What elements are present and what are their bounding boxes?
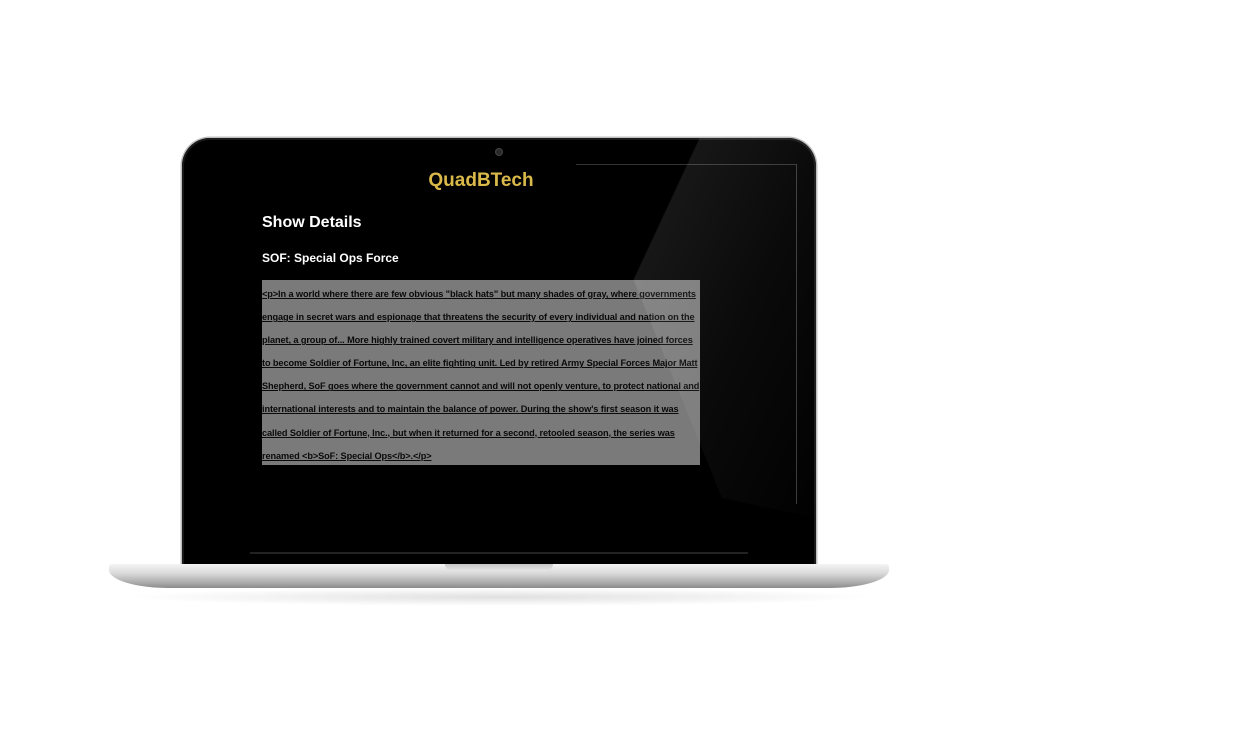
laptop-base	[109, 564, 889, 588]
mockup-stage: QuadBTech Show Details SOF: Special Ops …	[0, 0, 1260, 756]
show-description[interactable]: <p>In a world where there are few obviou…	[262, 280, 700, 468]
show-title: SOF: Special Ops Force	[262, 251, 399, 265]
laptop-shadow	[120, 588, 880, 606]
page-heading: Show Details	[262, 214, 362, 231]
bezel-bottom-line	[250, 552, 748, 554]
app-title[interactable]: QuadBTech	[182, 170, 780, 192]
camera-icon	[496, 149, 502, 155]
laptop-base-notch	[445, 564, 553, 571]
laptop-screen: QuadBTech Show Details SOF: Special Ops …	[182, 138, 816, 566]
screen-edge-right	[796, 164, 797, 504]
screen-edge-top	[576, 164, 796, 165]
show-description-panel: <p>In a world where there are few obviou…	[262, 280, 700, 465]
